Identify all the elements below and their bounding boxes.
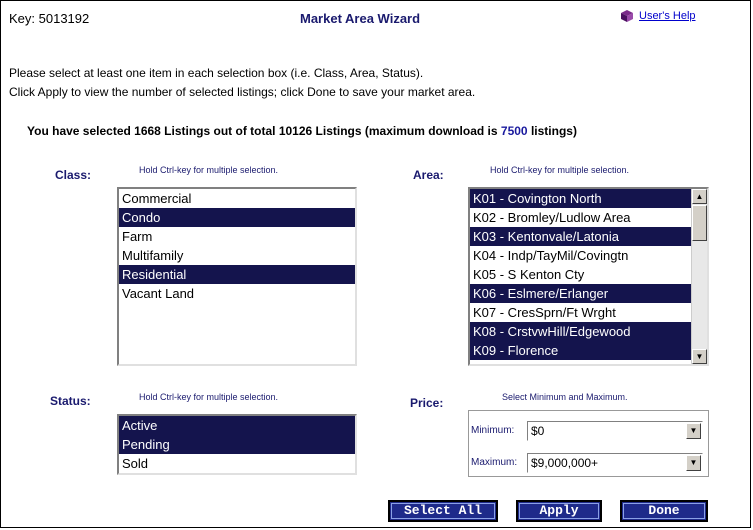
- chevron-down-icon[interactable]: ▼: [686, 422, 701, 439]
- list-option[interactable]: K02 - Bromley/Ludlow Area: [470, 208, 691, 227]
- list-option[interactable]: Pending: [119, 435, 355, 454]
- price-panel: Minimum: $0 ▼ Maximum: $9,000,000+ ▼: [468, 410, 709, 477]
- status-listbox[interactable]: Active Pending Sold: [117, 414, 357, 475]
- instruction-line-2: Click Apply to view the number of select…: [9, 85, 476, 99]
- list-option[interactable]: K05 - S Kenton Cty: [470, 265, 691, 284]
- list-option[interactable]: K09 - Florence: [470, 341, 691, 360]
- area-listbox[interactable]: K01 - Covington North K02 - Bromley/Ludlo…: [468, 187, 709, 366]
- scroll-down-icon[interactable]: ▼: [692, 349, 707, 364]
- minimum-row: Minimum: $0 ▼: [469, 418, 708, 443]
- class-hint: Hold Ctrl-key for multiple selection.: [139, 165, 279, 175]
- scroll-up-icon[interactable]: ▲: [692, 189, 707, 204]
- done-button[interactable]: Done: [620, 500, 708, 522]
- apply-button[interactable]: Apply: [516, 500, 602, 522]
- status-hint: Hold Ctrl-key for multiple selection.: [139, 392, 279, 402]
- price-hint: Select Minimum and Maximum.: [502, 392, 628, 402]
- list-option[interactable]: Multifamily: [119, 246, 355, 265]
- list-option[interactable]: Vacant Land: [119, 284, 355, 303]
- selection-summary: You have selected 1668 Listings out of t…: [27, 124, 577, 138]
- list-option[interactable]: Commercial: [119, 189, 355, 208]
- list-option[interactable]: Active: [119, 416, 355, 435]
- max-download-count: 7500: [500, 124, 528, 138]
- summary-prefix: You have selected 1668 Listings out of t…: [27, 124, 501, 138]
- minimum-value: $0: [531, 423, 545, 438]
- area-label: Area:: [413, 168, 444, 182]
- area-scrollbar[interactable]: ▲ ▼: [691, 189, 707, 364]
- maximum-label: Maximum:: [471, 457, 518, 468]
- minimum-label: Minimum:: [471, 425, 515, 436]
- list-option[interactable]: K01 - Covington North: [470, 189, 691, 208]
- instruction-line-1: Please select at least one item in each …: [9, 66, 424, 80]
- area-options: K01 - Covington North K02 - Bromley/Ludlo…: [470, 189, 691, 360]
- key-text: Key: 5013192: [9, 11, 90, 26]
- chevron-down-icon[interactable]: ▼: [686, 454, 701, 471]
- class-label: Class:: [55, 168, 92, 182]
- price-label: Price:: [410, 396, 444, 410]
- select-all-button[interactable]: Select All: [388, 500, 498, 522]
- status-label: Status:: [50, 394, 91, 408]
- page-title: Market Area Wizard: [300, 11, 421, 26]
- list-option[interactable]: K03 - Kentonvale/Latonia: [470, 227, 691, 246]
- list-option[interactable]: Condo: [119, 208, 355, 227]
- list-option[interactable]: K04 - Indp/TayMil/Covingtn: [470, 246, 691, 265]
- list-option[interactable]: K06 - Eslmere/Erlanger: [470, 284, 691, 303]
- area-hint: Hold Ctrl-key for multiple selection.: [490, 165, 630, 175]
- scroll-thumb[interactable]: [692, 205, 707, 241]
- list-option[interactable]: Sold: [119, 454, 355, 473]
- summary-suffix: listings): [527, 124, 577, 138]
- maximum-select[interactable]: $9,000,000+ ▼: [527, 452, 703, 473]
- class-listbox[interactable]: Commercial Condo Farm Multifamily Residentia…: [117, 187, 357, 366]
- users-help-link[interactable]: User's Help: [639, 10, 696, 22]
- help-link-group[interactable]: User's Help: [620, 10, 696, 22]
- maximum-value: $9,000,000+: [531, 455, 599, 470]
- list-option[interactable]: Farm: [119, 227, 355, 246]
- book-icon: [621, 10, 633, 22]
- minimum-select[interactable]: $0 ▼: [527, 420, 703, 441]
- list-option[interactable]: K07 - CresSprn/Ft Wrght: [470, 303, 691, 322]
- maximum-row: Maximum: $9,000,000+ ▼: [469, 450, 708, 475]
- list-option[interactable]: K08 - CrstvwHill/Edgewood: [470, 322, 691, 341]
- list-option[interactable]: Residential: [119, 265, 355, 284]
